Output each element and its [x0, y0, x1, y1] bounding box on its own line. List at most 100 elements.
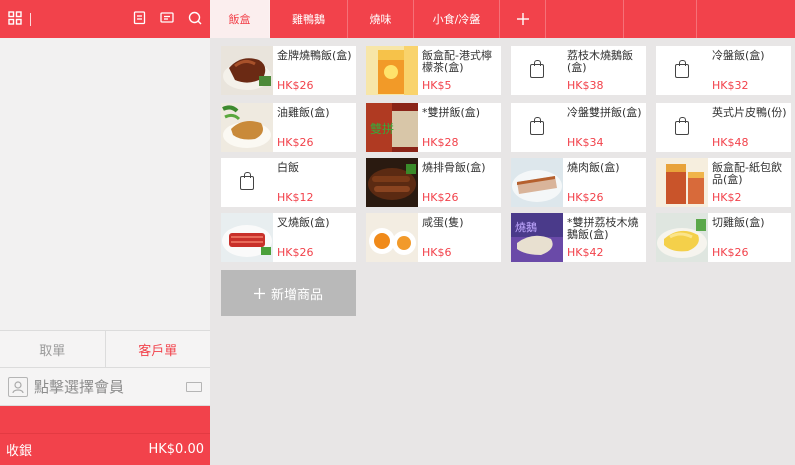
- product-name: 油雞飯(盒): [277, 106, 330, 119]
- product-price: HK$6: [422, 246, 452, 259]
- product-price: HK$48: [712, 136, 749, 149]
- user-icon: [8, 376, 28, 397]
- shopping-bag-icon: [656, 46, 708, 95]
- product-name: 燒肉飯(盒): [567, 161, 620, 174]
- add-category-icon[interactable]: [500, 0, 546, 38]
- shopping-bag-icon: [221, 158, 273, 207]
- product-info: 油雞飯(盒) HK$26: [273, 103, 332, 152]
- product-card[interactable]: 切雞飯(盒) HK$26: [656, 213, 791, 262]
- order-tabs: 取單 客戶單: [0, 330, 210, 368]
- product-info: 白飯 HK$12: [273, 158, 315, 207]
- product-image: [656, 213, 708, 262]
- order-panel: 取單 客戶單 點擊選擇會員 收銀 HK$0.00: [0, 0, 210, 465]
- product-name: 金牌燒鴨飯(盒): [277, 49, 352, 62]
- tab-snacks-cold[interactable]: 小食/冷盤: [414, 0, 500, 38]
- checkout-label: 收銀: [6, 444, 33, 459]
- product-info: 飯盒配-紙包飲品(盒) HK$2: [708, 158, 791, 207]
- product-card[interactable]: 英式片皮鴨(份) HK$48: [656, 103, 791, 152]
- product-name: 叉燒飯(盒): [277, 216, 330, 229]
- product-card[interactable]: 白飯 HK$12: [221, 158, 356, 207]
- product-price: HK$26: [712, 246, 749, 259]
- product-card[interactable]: 雙拼 *雙拼飯(盒) HK$28: [366, 103, 501, 152]
- tab-rice-box[interactable]: 飯盒: [210, 0, 270, 38]
- product-name: 飯盒配-港式檸檬茶(盒): [422, 49, 492, 74]
- product-card[interactable]: 油雞飯(盒) HK$26: [221, 103, 356, 152]
- product-info: 荔枝木燒鵝飯(盒) HK$38: [563, 46, 646, 95]
- checkout-button[interactable]: 收銀 HK$0.00: [0, 433, 210, 465]
- search-icon[interactable]: [188, 11, 202, 28]
- product-card[interactable]: 飯盒配-紙包飲品(盒) HK$2: [656, 158, 791, 207]
- product-name: 冷盤雙拼飯(盒): [567, 106, 642, 119]
- left-toolbar: [0, 0, 210, 38]
- member-placeholder: 點擊選擇會員: [34, 378, 125, 396]
- product-info: *雙拼飯(盒) HK$28: [418, 103, 482, 152]
- tab-empty-3: [697, 0, 795, 38]
- product-image: [221, 103, 273, 152]
- product-name: 燒排骨飯(盒): [422, 161, 486, 174]
- product-price: HK$26: [567, 191, 604, 204]
- product-card[interactable]: 燒鵝 *雙拼荔枝木燒鵝飯(盒) HK$42: [511, 213, 646, 262]
- product-image: [366, 46, 418, 95]
- tab-customer-order[interactable]: 客戶單: [106, 331, 211, 367]
- product-image: 雙拼: [366, 103, 418, 152]
- product-price: HK$28: [422, 136, 459, 149]
- product-info: 燒肉飯(盒) HK$26: [563, 158, 622, 207]
- product-card[interactable]: 荔枝木燒鵝飯(盒) HK$38: [511, 46, 646, 95]
- product-card[interactable]: 冷盤飯(盒) HK$32: [656, 46, 791, 95]
- receipt-icon[interactable]: [133, 10, 146, 28]
- plus-icon: [253, 287, 265, 299]
- product-card[interactable]: 燒肉飯(盒) HK$26: [511, 158, 646, 207]
- product-image: [656, 158, 708, 207]
- grid-menu-icon[interactable]: [8, 10, 22, 28]
- member-selector[interactable]: 點擊選擇會員: [0, 368, 210, 406]
- product-name: 飯盒配-紙包飲品(盒): [712, 161, 782, 186]
- product-price: HK$26: [422, 191, 459, 204]
- product-name: 冷盤飯(盒): [712, 49, 765, 62]
- product-price: HK$38: [567, 79, 604, 92]
- message-icon[interactable]: [160, 11, 174, 28]
- product-info: 冷盤雙拼飯(盒) HK$34: [563, 103, 644, 152]
- tab-empty-1: [546, 0, 624, 38]
- product-info: 冷盤飯(盒) HK$32: [708, 46, 767, 95]
- product-image: [221, 213, 273, 262]
- shopping-bag-icon: [511, 46, 563, 95]
- product-card[interactable]: 燒排骨飯(盒) HK$26: [366, 158, 501, 207]
- product-info: 飯盒配-港式檸檬茶(盒) HK$5: [418, 46, 501, 95]
- shopping-bag-icon: [511, 103, 563, 152]
- product-price: HK$26: [277, 136, 314, 149]
- tab-roast[interactable]: 燒味: [348, 0, 414, 38]
- product-card[interactable]: 冷盤雙拼飯(盒) HK$34: [511, 103, 646, 152]
- member-card-icon[interactable]: [186, 381, 202, 392]
- product-price: HK$26: [277, 246, 314, 259]
- checkout-bar-top: [0, 406, 210, 433]
- category-tabs: 飯盒 雞鴨鵝 燒味 小食/冷盤: [210, 0, 795, 38]
- tab-empty-2: [624, 0, 697, 38]
- product-price: HK$12: [277, 191, 314, 204]
- svg-text:燒鵝: 燒鵝: [515, 220, 537, 234]
- product-price: HK$32: [712, 79, 749, 92]
- product-image: 燒鵝: [511, 213, 563, 262]
- product-card[interactable]: 叉燒飯(盒) HK$26: [221, 213, 356, 262]
- product-card[interactable]: 飯盒配-港式檸檬茶(盒) HK$5: [366, 46, 501, 95]
- product-card[interactable]: 金牌燒鴨飯(盒) HK$26: [221, 46, 356, 95]
- cart-list: [0, 38, 210, 330]
- shopping-bag-icon: [656, 103, 708, 152]
- product-name: 英式片皮鴨(份): [712, 106, 787, 119]
- product-info: 咸蛋(隻) HK$6: [418, 213, 466, 262]
- product-info: 英式片皮鴨(份) HK$48: [708, 103, 789, 152]
- product-image: [366, 213, 418, 262]
- svg-text:雙拼: 雙拼: [370, 122, 394, 136]
- product-price: HK$26: [277, 79, 314, 92]
- tab-poultry[interactable]: 雞鴨鵝: [270, 0, 348, 38]
- order-total: HK$0.00: [148, 442, 204, 457]
- product-info: 金牌燒鴨飯(盒) HK$26: [273, 46, 354, 95]
- product-price: HK$5: [422, 79, 452, 92]
- tab-pickup-order[interactable]: 取單: [0, 331, 106, 367]
- product-price: HK$34: [567, 136, 604, 149]
- product-name: 荔枝木燒鵝飯(盒): [567, 49, 633, 74]
- product-card[interactable]: 咸蛋(隻) HK$6: [366, 213, 501, 262]
- product-name: *雙拼飯(盒): [422, 106, 481, 119]
- toolbar-divider: [30, 12, 31, 26]
- add-product-button[interactable]: 新增商品: [221, 270, 356, 316]
- product-info: 叉燒飯(盒) HK$26: [273, 213, 332, 262]
